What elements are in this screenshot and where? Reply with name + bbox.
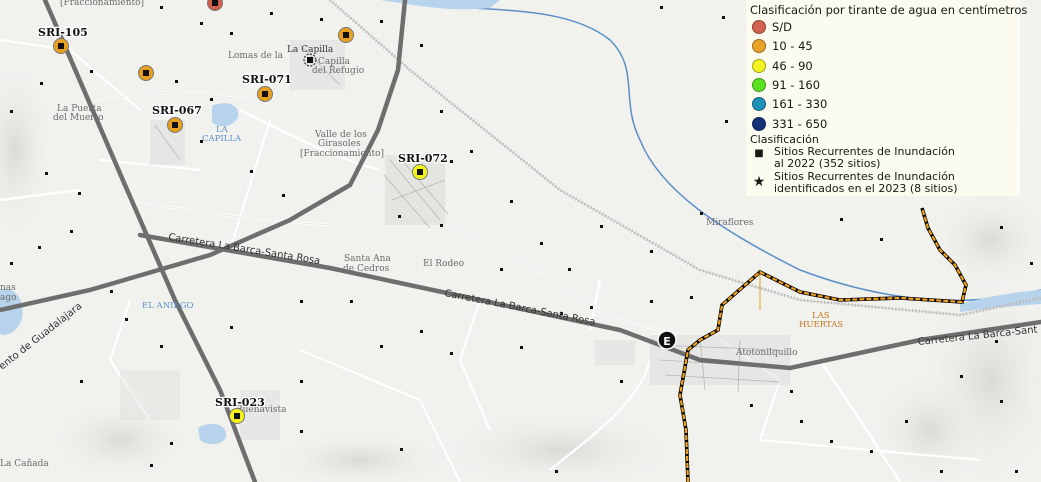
site-label: SRI-072: [398, 152, 448, 165]
site-marker-sri-105[interactable]: SRI-105: [37, 25, 89, 54]
place-label: HUERTAS: [799, 320, 843, 330]
legend-item: 91 - 160: [752, 76, 820, 94]
site-marker-unlabeled[interactable]: [138, 65, 154, 81]
site-marker-unlabeled[interactable]: [338, 27, 354, 43]
legend-title: Clasificación por tirante de agua en cen…: [750, 3, 1028, 17]
place-label: del Muerto: [53, 113, 104, 123]
legend-label: 10 - 45: [772, 39, 813, 53]
legend-symbol-line: al 2022 (352 sitios): [774, 157, 881, 170]
place-label: Lomas de la: [228, 51, 284, 61]
place-label: Santa Ana: [344, 254, 391, 264]
site-label: SRI-105: [38, 26, 88, 39]
legend-item: 331 - 650: [752, 115, 827, 133]
place-label: El Rodeo: [423, 259, 464, 269]
place-label: del Refugio: [312, 66, 364, 76]
legend-swatch: [752, 78, 766, 92]
legend-label: S/D: [772, 20, 793, 34]
site-marker-unlabeled[interactable]: [207, 0, 223, 11]
legend-label: 161 - 330: [772, 97, 828, 111]
water-label: CAPILLA: [202, 134, 242, 144]
place-label: La Cañada: [0, 459, 49, 469]
legend-item: 46 - 90: [752, 57, 813, 75]
legend-swatch: [752, 117, 766, 131]
legend-symbol-text: Sitios Recurrentes de Inundación identif…: [774, 171, 958, 195]
place-label: de Cedros: [343, 264, 390, 274]
site-label: SRI-067: [152, 104, 202, 117]
legend-label: 46 - 90: [772, 59, 813, 73]
place-label: [Fraccionamiento]: [60, 0, 144, 8]
place-label: Girasoles: [318, 139, 361, 149]
legend-label: 91 - 160: [772, 78, 821, 92]
legend-swatch: [752, 97, 766, 111]
place-label: nas: [0, 283, 16, 293]
road-label: Carretera La Barca-Santa Rosa: [443, 288, 596, 328]
water-label: EL ANIEGO: [142, 301, 193, 311]
legend-swatch: [752, 39, 766, 53]
site-label: SRI-023: [215, 396, 265, 409]
legend-label: 331 - 650: [772, 117, 828, 131]
place-label: ago: [0, 293, 17, 303]
legend-item: 161 - 330: [752, 95, 827, 113]
highway-shield-label: E: [663, 335, 671, 348]
legend-item: S/D: [752, 18, 792, 36]
legend-symbol-text: Sitios Recurrentes de Inundación al 2022…: [774, 146, 955, 170]
star-icon: ★: [752, 174, 766, 190]
site-label: SRI-071: [242, 73, 292, 86]
place-label: Miraflores: [706, 218, 754, 228]
legend-item: 10 - 45: [752, 37, 813, 55]
map-legend: Clasificación por tirante de agua en cen…: [746, 0, 1027, 196]
legend-swatch: [752, 20, 766, 34]
place-label: Atotonilquillo: [735, 348, 798, 358]
highway-shield[interactable]: E: [657, 330, 677, 350]
square-icon: ■: [754, 148, 764, 159]
place-label: [Fraccionamiento]: [300, 149, 384, 159]
site-marker-sri-071[interactable]: SRI-071: [241, 72, 293, 102]
legend-swatch: [752, 59, 766, 73]
legend-symbol-line: identificados en el 2023 (8 sitios): [774, 182, 958, 195]
place-label: La Capilla: [287, 45, 334, 55]
